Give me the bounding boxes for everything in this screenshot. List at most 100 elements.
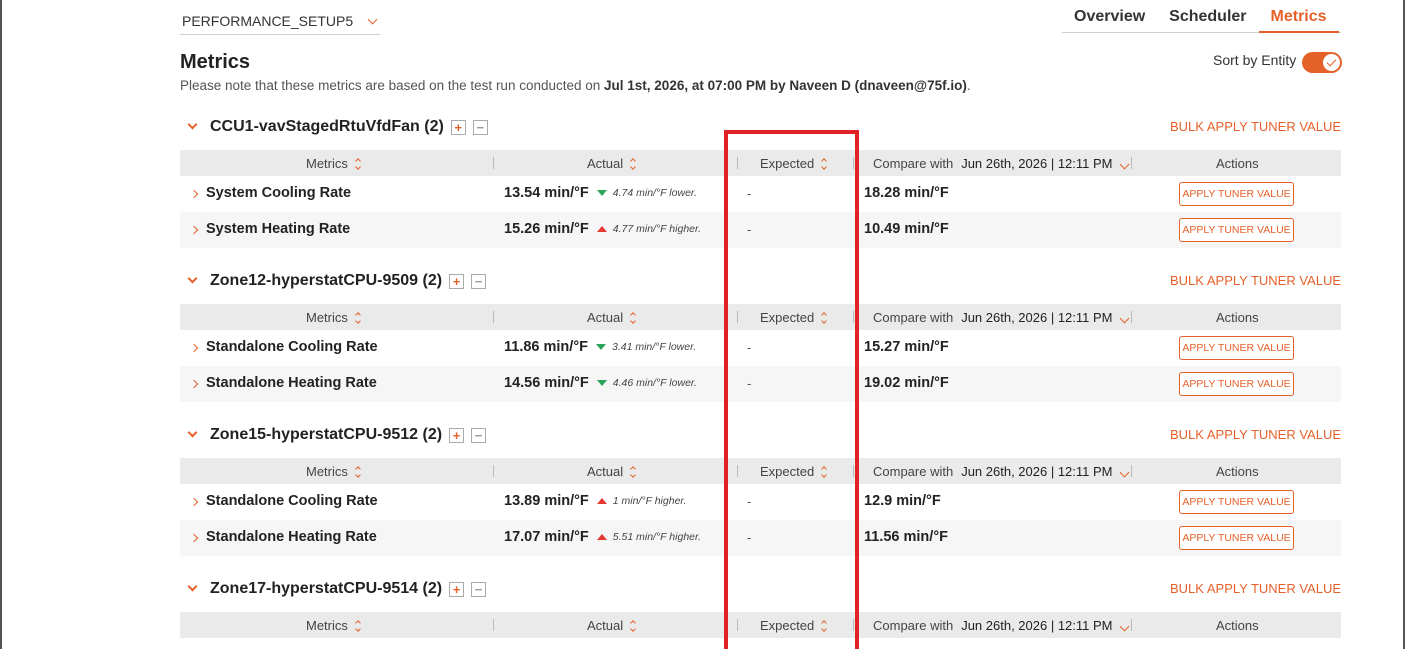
- chevron-right-icon[interactable]: [189, 189, 199, 199]
- collapse-all-button[interactable]: −: [471, 427, 487, 443]
- sort-icon[interactable]: [355, 157, 361, 170]
- sort-up-icon: [630, 619, 636, 626]
- chevron-right-icon[interactable]: [189, 343, 199, 353]
- col-actual[interactable]: Actual: [587, 310, 636, 325]
- sort-icon[interactable]: [630, 465, 636, 478]
- tab-scheduler[interactable]: Scheduler: [1157, 6, 1258, 33]
- sort-by-entity-toggle[interactable]: [1302, 52, 1342, 73]
- expand-all-button[interactable]: +: [449, 427, 465, 443]
- compare-value: 19.02 min/°F: [864, 375, 949, 391]
- sort-icon[interactable]: [821, 311, 828, 324]
- col-metrics[interactable]: Metrics: [306, 156, 361, 171]
- sort-up-icon: [355, 465, 361, 472]
- apply-tuner-button[interactable]: APPLY TUNER VALUE: [1179, 372, 1294, 396]
- col-compare-with: Compare with Jun 26th, 2026 | 12:11 PM: [873, 310, 1129, 325]
- col-expected-label: Expected: [760, 618, 815, 633]
- note-prefix: Please note that these metrics are based…: [180, 78, 605, 93]
- col-metrics[interactable]: Metrics: [306, 618, 361, 633]
- col-expected[interactable]: Expected: [760, 464, 828, 479]
- table-header: Metrics Actual Expected Compare with Jun 26t…: [180, 150, 1341, 176]
- apply-tuner-button[interactable]: APPLY TUNER VALUE: [1179, 218, 1294, 242]
- col-actual[interactable]: Actual: [587, 464, 636, 479]
- expand-all-button[interactable]: +: [450, 119, 466, 135]
- sort-icon[interactable]: [821, 465, 828, 478]
- table-row: Standalone Cooling Rate 11.86 min/°F 3.41 …: [180, 330, 1341, 366]
- expand-all-button[interactable]: +: [449, 581, 465, 597]
- sort-down-icon: [630, 471, 636, 478]
- col-expected[interactable]: Expected: [760, 618, 828, 633]
- arrow-up-icon: [596, 498, 607, 504]
- col-expected[interactable]: Expected: [760, 310, 828, 325]
- actual-difference: 5.51 min/°F higher.: [612, 531, 702, 543]
- bulk-apply-tuner-button[interactable]: BULK APPLY TUNER VALUE: [1170, 427, 1341, 442]
- compare-date-select[interactable]: Jun 26th, 2026 | 12:11 PM: [961, 618, 1129, 633]
- actual-value-text: 13.89 min/°F: [504, 493, 589, 509]
- col-actual[interactable]: Actual: [587, 618, 636, 633]
- column-separator: [1131, 157, 1132, 169]
- compare-date-value: Jun 26th, 2026 | 12:11 PM: [961, 464, 1113, 479]
- collapse-chevron-icon[interactable]: [187, 427, 198, 438]
- col-metrics[interactable]: Metrics: [306, 464, 361, 479]
- arrow-down-icon: [596, 380, 607, 386]
- bulk-apply-tuner-button[interactable]: BULK APPLY TUNER VALUE: [1170, 581, 1341, 596]
- collapse-all-button[interactable]: −: [471, 581, 487, 597]
- sort-icon[interactable]: [630, 619, 636, 632]
- chevron-right-icon[interactable]: [189, 533, 199, 543]
- table-header: Metrics Actual Expected Compare with Jun 26t…: [180, 612, 1341, 638]
- chevron-down-icon: [1119, 313, 1129, 324]
- column-separator: [493, 619, 494, 631]
- collapse-chevron-icon[interactable]: [187, 273, 198, 284]
- compare-date-select[interactable]: Jun 26th, 2026 | 12:11 PM: [961, 310, 1129, 325]
- chevron-right-icon[interactable]: [189, 379, 199, 389]
- compare-with-label: Compare with: [873, 156, 954, 171]
- sort-icon[interactable]: [821, 619, 828, 632]
- sort-icon[interactable]: [630, 311, 636, 324]
- apply-tuner-button[interactable]: APPLY TUNER VALUE: [1179, 336, 1294, 360]
- group-header: Zone12-hyperstatCPU-9509 (2) + − BULK APPLY…: [180, 272, 1341, 298]
- col-actual[interactable]: Actual: [587, 156, 636, 171]
- sort-icon[interactable]: [821, 157, 828, 170]
- note-run-details: Jul 1st, 2026, at 07:00 PM by Naveen D (…: [604, 78, 967, 93]
- bulk-apply-tuner-button[interactable]: BULK APPLY TUNER VALUE: [1170, 273, 1341, 288]
- tab-overview[interactable]: Overview: [1062, 6, 1157, 33]
- sort-down-icon: [821, 625, 828, 632]
- actual-value: 13.89 min/°F 1 min/°F higher.: [504, 493, 686, 509]
- metric-name: Standalone Heating Rate: [206, 529, 377, 545]
- expand-all-button[interactable]: +: [449, 273, 465, 289]
- col-actions: Actions: [1216, 618, 1259, 633]
- compare-date-select[interactable]: Jun 26th, 2026 | 12:11 PM: [961, 464, 1129, 479]
- col-metrics-label: Metrics: [306, 464, 348, 479]
- collapse-chevron-icon[interactable]: [187, 119, 198, 130]
- column-separator: [853, 157, 854, 169]
- collapse-all-button[interactable]: −: [471, 273, 487, 289]
- col-metrics[interactable]: Metrics: [306, 310, 361, 325]
- group-title: Zone15-hyperstatCPU-9512 (2) + −: [210, 426, 487, 444]
- compare-date-select[interactable]: Jun 26th, 2026 | 12:11 PM: [961, 156, 1129, 171]
- apply-tuner-button[interactable]: APPLY TUNER VALUE: [1179, 526, 1294, 550]
- collapse-all-button[interactable]: −: [472, 119, 488, 135]
- check-icon: [1326, 56, 1337, 67]
- metric-group: Zone17-hyperstatCPU-9514 (2) + − BULK APPLY…: [180, 580, 1341, 638]
- collapse-chevron-icon[interactable]: [187, 581, 198, 592]
- tab-metrics[interactable]: Metrics: [1258, 6, 1339, 33]
- apply-tuner-button[interactable]: APPLY TUNER VALUE: [1179, 182, 1294, 206]
- actual-value: 15.26 min/°F 4.77 min/°F higher.: [504, 221, 701, 237]
- chevron-right-icon[interactable]: [189, 225, 199, 235]
- bulk-apply-tuner-button[interactable]: BULK APPLY TUNER VALUE: [1170, 119, 1341, 134]
- sort-icon[interactable]: [355, 465, 361, 478]
- column-separator: [737, 619, 738, 631]
- sort-up-icon: [630, 157, 636, 164]
- apply-tuner-button[interactable]: APPLY TUNER VALUE: [1179, 490, 1294, 514]
- group-title-text: CCU1-vavStagedRtuVfdFan (2): [210, 118, 444, 135]
- metric-name: System Heating Rate: [206, 221, 351, 237]
- col-expected[interactable]: Expected: [760, 156, 828, 171]
- chevron-right-icon[interactable]: [189, 497, 199, 507]
- group-header: CCU1-vavStagedRtuVfdFan (2) + − BULK APPLY …: [180, 118, 1341, 144]
- sort-up-icon: [821, 311, 828, 318]
- sort-icon[interactable]: [630, 157, 636, 170]
- sort-icon[interactable]: [355, 619, 361, 632]
- group-title-text: Zone17-hyperstatCPU-9514 (2): [210, 580, 443, 597]
- chevron-down-icon: [367, 14, 378, 24]
- sort-icon[interactable]: [355, 311, 361, 324]
- setup-select[interactable]: PERFORMANCE_SETUP5: [180, 8, 380, 35]
